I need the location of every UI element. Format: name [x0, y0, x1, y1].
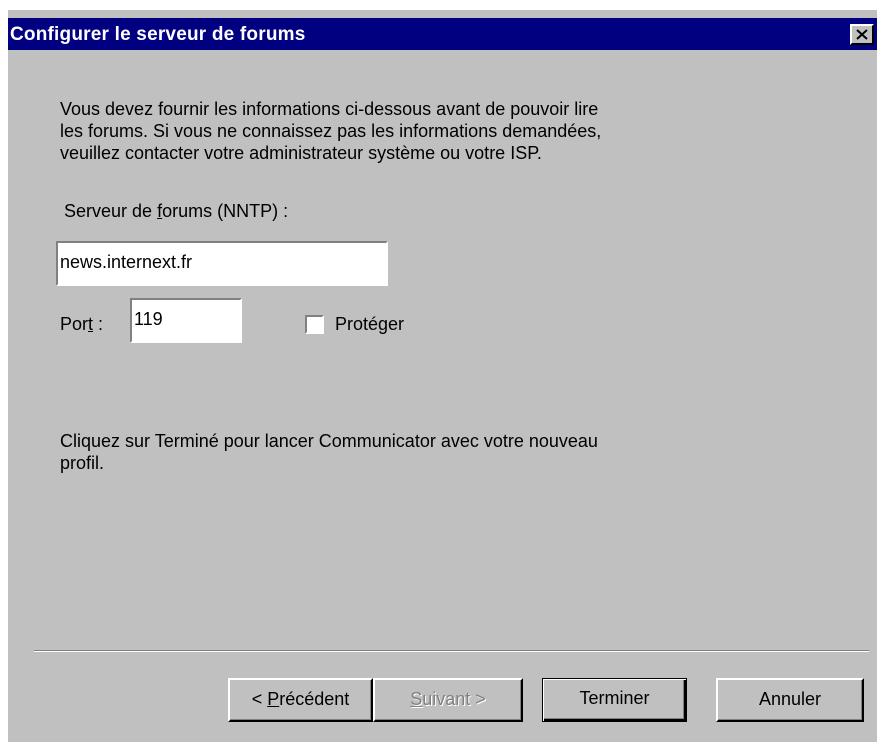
button-separator: [34, 650, 869, 652]
secure-label[interactable]: Protéger: [335, 313, 404, 335]
intro-line-2: les forums. Si vous ne connaissez pas le…: [60, 121, 602, 141]
server-field[interactable]: [56, 241, 388, 286]
setup-dialog: Configurer le serveur de forums Vous dev…: [8, 10, 877, 742]
finish-button[interactable]: Terminer: [542, 678, 687, 722]
previous-button[interactable]: < Précédent: [228, 678, 373, 722]
intro-line-1: Vous devez fournir les informations ci-d…: [60, 99, 599, 119]
port-label: Port :: [60, 314, 104, 334]
intro-line-3: veuillez contacter votre administrateur …: [60, 143, 542, 163]
close-button[interactable]: [850, 24, 874, 45]
server-input[interactable]: [60, 245, 382, 279]
port-input[interactable]: [134, 302, 236, 336]
finish-text-line-2: profil.: [60, 453, 105, 473]
dialog-title: Configurer le serveur de forums: [10, 24, 306, 45]
close-icon: [856, 29, 868, 40]
next-button[interactable]: Suivant >: [373, 678, 523, 722]
server-label: Serveur de forums (NNTP) :: [64, 201, 289, 221]
secure-checkbox[interactable]: [305, 315, 324, 334]
cancel-button[interactable]: Annuler: [716, 678, 864, 722]
title-bar[interactable]: Configurer le serveur de forums: [8, 18, 877, 50]
port-field[interactable]: [130, 298, 242, 343]
finish-text-line-1: Cliquez sur Terminé pour lancer Communic…: [60, 431, 598, 451]
